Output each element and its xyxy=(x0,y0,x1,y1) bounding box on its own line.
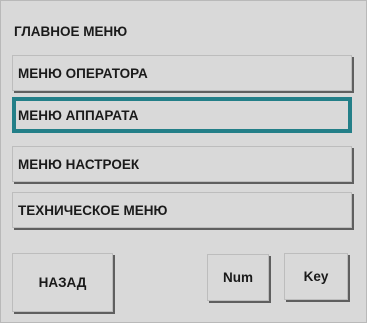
main-menu-panel: ГЛАВНОЕ МЕНЮ МЕНЮ ОПЕРАТОРА МЕНЮ АППАРАТ… xyxy=(0,0,367,323)
technical-menu-button[interactable]: ТЕХНИЧЕСКОЕ МЕНЮ xyxy=(12,192,352,228)
key-button[interactable]: Key xyxy=(284,253,348,300)
num-button[interactable]: Num xyxy=(207,254,269,301)
settings-menu-button[interactable]: МЕНЮ НАСТРОЕК xyxy=(12,146,352,182)
device-menu-button[interactable]: МЕНЮ АППАРАТА xyxy=(12,97,352,133)
back-button[interactable]: НАЗАД xyxy=(12,253,113,312)
operator-menu-button[interactable]: МЕНЮ ОПЕРАТОРА xyxy=(12,55,352,91)
main-menu-title: ГЛАВНОЕ МЕНЮ xyxy=(14,24,128,39)
